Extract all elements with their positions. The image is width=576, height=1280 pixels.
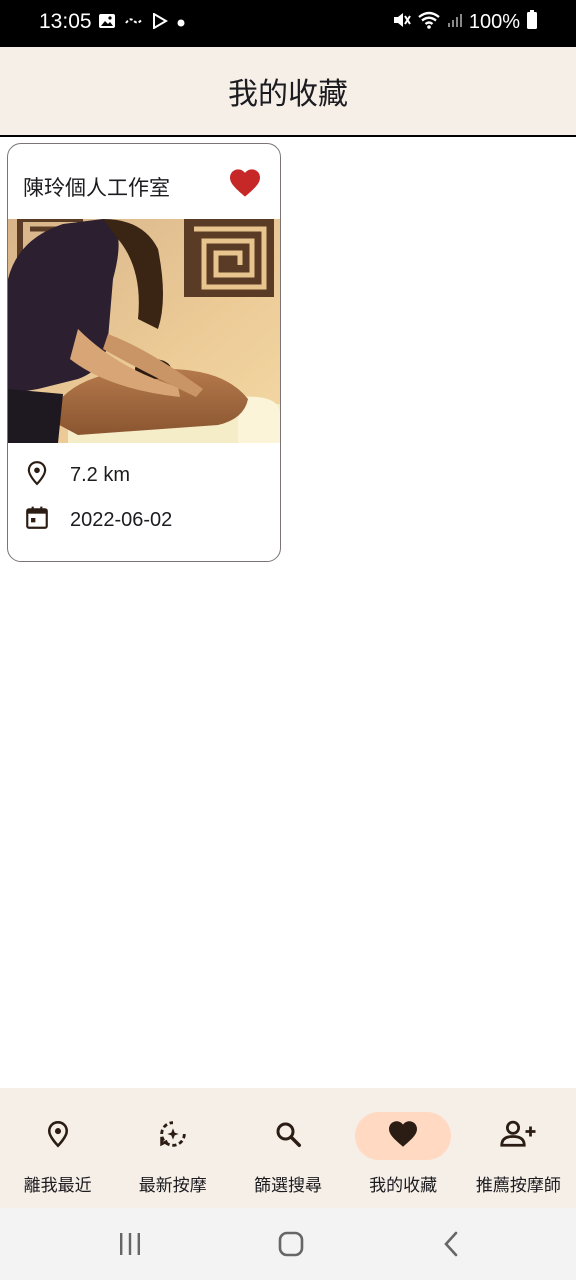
nav-label: 我的收藏 bbox=[369, 1176, 438, 1196]
heart-icon bbox=[387, 1120, 419, 1152]
nav-recommend[interactable]: 推薦按摩師 bbox=[461, 1088, 576, 1208]
nav-favorites[interactable]: 我的收藏 bbox=[346, 1088, 461, 1208]
date-text: 2022-06-02 bbox=[70, 508, 173, 531]
wind-icon bbox=[124, 14, 144, 33]
status-time: 13:05 bbox=[39, 10, 92, 33]
home-icon[interactable] bbox=[277, 1230, 305, 1262]
back-icon[interactable] bbox=[441, 1230, 461, 1262]
nav-search[interactable]: 篩選搜尋 bbox=[230, 1088, 345, 1208]
battery-text: 100% bbox=[468, 11, 520, 33]
status-bar: 13:05 100% bbox=[0, 0, 576, 47]
favorite-heart-icon[interactable] bbox=[228, 168, 262, 202]
image-icon bbox=[98, 13, 116, 34]
distance-row: 7.2 km bbox=[24, 460, 130, 490]
location-icon bbox=[44, 1119, 72, 1153]
nav-label: 離我最近 bbox=[23, 1176, 92, 1196]
new-refresh-icon bbox=[156, 1117, 190, 1155]
massage-photo bbox=[8, 216, 280, 443]
battery-icon bbox=[526, 10, 538, 35]
system-nav-bar bbox=[0, 1208, 576, 1280]
wifi-icon bbox=[417, 10, 441, 35]
studio-name: 陳玲個人工作室 bbox=[23, 176, 170, 200]
search-icon bbox=[273, 1119, 303, 1153]
signal-icon bbox=[447, 12, 463, 33]
nav-latest[interactable]: 最新按摩 bbox=[115, 1088, 230, 1208]
nav-label: 篩選搜尋 bbox=[253, 1176, 322, 1196]
favorite-card[interactable]: 陳玲個人工作室 7.2 km 2022-06-02 bbox=[7, 143, 281, 562]
bottom-nav: 離我最近 最新按摩 篩選搜尋 我的收藏 推薦按摩師 bbox=[0, 1088, 576, 1208]
calendar-icon bbox=[24, 505, 50, 535]
active-indicator bbox=[355, 1112, 452, 1160]
recent-apps-icon[interactable] bbox=[118, 1231, 142, 1261]
play-store-icon bbox=[152, 12, 168, 34]
distance-text: 7.2 km bbox=[70, 463, 131, 486]
location-pin-icon bbox=[24, 460, 50, 490]
date-row: 2022-06-02 bbox=[24, 505, 172, 535]
dot-icon bbox=[176, 15, 186, 33]
add-person-icon bbox=[499, 1119, 537, 1153]
app-bar: 我的收藏 bbox=[0, 47, 576, 137]
nav-nearby[interactable]: 離我最近 bbox=[0, 1088, 115, 1208]
nav-label: 推薦按摩師 bbox=[475, 1176, 561, 1196]
page-title: 我的收藏 bbox=[228, 77, 348, 112]
mute-icon bbox=[391, 10, 411, 35]
nav-label: 最新按摩 bbox=[138, 1176, 207, 1196]
